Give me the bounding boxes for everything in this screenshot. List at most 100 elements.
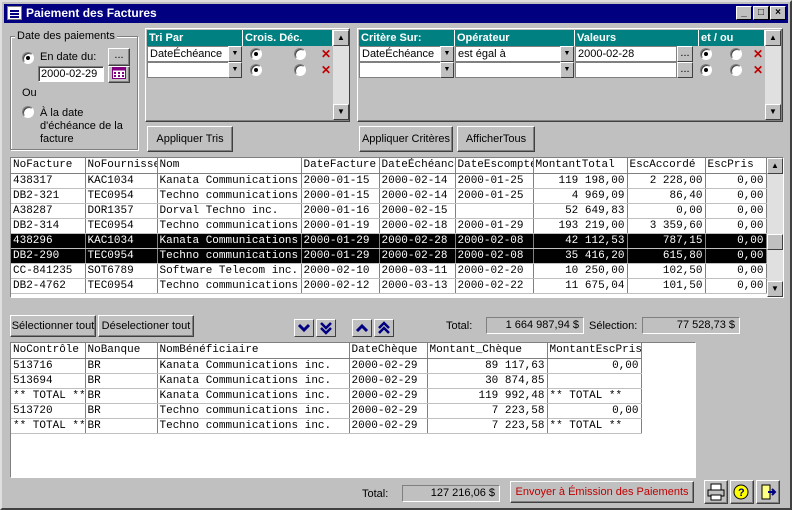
operator-field-1-dropdown[interactable]: ▼ bbox=[560, 46, 574, 62]
apply-criteria-button[interactable]: Appliquer Critères bbox=[359, 126, 453, 152]
payment-cell-esc[interactable]: ** TOTAL ** bbox=[547, 388, 642, 404]
invoice-cell-no[interactable]: DB2-4762 bbox=[11, 278, 86, 294]
invoice-cell-pris[interactable]: 0,00 bbox=[705, 188, 767, 204]
invoice-cell-datee[interactable]: 2000-02-15 bbox=[379, 203, 456, 219]
andor-or-2[interactable] bbox=[730, 64, 742, 76]
sort-scrollbar[interactable]: ▲ ▼ bbox=[333, 30, 349, 120]
sort-asc-2[interactable] bbox=[250, 64, 262, 76]
show-all-button[interactable]: AfficherTous bbox=[457, 126, 535, 152]
invoice-row[interactable]: DB2-314 TEC0954 Techno communications 2000-… bbox=[11, 218, 767, 234]
invoice-cell-datef[interactable]: 2000-01-29 bbox=[301, 248, 380, 264]
invoice-cell-no[interactable]: 438317 bbox=[11, 173, 86, 189]
invoice-cell-no[interactable]: A38287 bbox=[11, 203, 86, 219]
payment-col-header[interactable]: NoBanque bbox=[85, 343, 158, 359]
close-button[interactable]: × bbox=[770, 6, 786, 20]
invoice-cell-datef[interactable]: 2000-02-10 bbox=[301, 263, 380, 279]
invoice-cell-montant[interactable]: 11 675,04 bbox=[533, 278, 628, 294]
invoice-row[interactable]: DB2-321 TEC0954 Techno communications 2000-… bbox=[11, 188, 767, 204]
invoice-cell-nom[interactable]: Kanata Communications inc. bbox=[157, 233, 302, 249]
invoice-cell-nom[interactable]: Techno communications bbox=[157, 218, 302, 234]
invoice-cell-no[interactable]: 438296 bbox=[11, 233, 86, 249]
invoice-cell-pris[interactable]: 0,00 bbox=[705, 263, 767, 279]
invoice-col-header[interactable]: MontantTotal bbox=[533, 158, 628, 174]
sort-field-1[interactable]: DateÉchéance bbox=[147, 46, 229, 62]
criteria-field-2[interactable] bbox=[359, 62, 441, 78]
scroll-down-arrow[interactable]: ▼ bbox=[765, 104, 781, 120]
invoice-cell-esc[interactable]: 102,50 bbox=[627, 263, 706, 279]
andor-and-1[interactable] bbox=[700, 48, 712, 60]
invoice-row[interactable]: A38287 DOR1357 Dorval Techno inc. 2000-01-1… bbox=[11, 203, 767, 219]
payment-cell-esc[interactable] bbox=[547, 373, 642, 389]
value-field-1[interactable]: 2000-02-28 bbox=[575, 46, 677, 62]
help-button[interactable]: ? bbox=[730, 480, 754, 504]
invoice-col-header[interactable]: DateEscompte bbox=[455, 158, 534, 174]
criteria-delete-2-icon[interactable]: ✕ bbox=[751, 63, 765, 77]
sort-asc-1[interactable] bbox=[250, 48, 262, 60]
invoice-row[interactable]: 438296KAC1034Kanata Communications inc. 2… bbox=[11, 233, 767, 249]
payment-row[interactable]: 513716 BR Kanata Communications inc. 2000-0… bbox=[11, 358, 642, 374]
invoice-cell-datef[interactable]: 2000-01-16 bbox=[301, 203, 380, 219]
payment-cell-banque[interactable]: BR bbox=[85, 373, 158, 389]
invoice-cell-datef[interactable]: 2000-01-15 bbox=[301, 173, 380, 189]
invoice-cell-pris[interactable]: 0,00 bbox=[705, 278, 767, 294]
andor-and-2[interactable] bbox=[700, 64, 712, 76]
radio-en-date[interactable] bbox=[22, 52, 34, 64]
invoice-cell-datex[interactable]: 2000-02-20 bbox=[455, 263, 534, 279]
value-1-ellipsis-button[interactable]: ... bbox=[677, 46, 693, 62]
payment-row[interactable]: 513694 BR Kanata Communications inc. 2000-0… bbox=[11, 373, 642, 389]
invoice-col-header[interactable]: NoFacture bbox=[11, 158, 86, 174]
invoice-cell-datex[interactable] bbox=[455, 203, 534, 219]
invoice-cell-nom[interactable]: Techno communications bbox=[157, 188, 302, 204]
date-input[interactable]: 2000-02-29 bbox=[38, 66, 104, 82]
sort-field-1-dropdown[interactable]: ▼ bbox=[228, 46, 242, 62]
invoice-col-header[interactable]: DateFacture bbox=[301, 158, 380, 174]
invoice-cell-montant[interactable]: 119 198,00 bbox=[533, 173, 628, 189]
invoice-cell-no[interactable]: DB2-321 bbox=[11, 188, 86, 204]
invoice-cell-datex[interactable]: 2000-02-08 bbox=[455, 248, 534, 264]
invoice-row[interactable]: 438317KAC1034Kanata Communications inc.2… bbox=[11, 173, 767, 189]
invoice-cell-datex[interactable]: 2000-02-08 bbox=[455, 233, 534, 249]
invoice-cell-datef[interactable]: 2000-02-12 bbox=[301, 278, 380, 294]
invoice-cell-datex[interactable]: 2000-01-25 bbox=[455, 173, 534, 189]
invoice-cell-four[interactable]: SOT6789 bbox=[85, 263, 158, 279]
invoice-cell-pris[interactable]: 0,00 bbox=[705, 233, 767, 249]
invoice-cell-no[interactable]: DB2-314 bbox=[11, 218, 86, 234]
invoice-cell-four[interactable]: KAC1034 bbox=[85, 173, 158, 189]
invoice-cell-pris[interactable]: 0,00 bbox=[705, 203, 767, 219]
invoice-cell-datef[interactable]: 2000-01-19 bbox=[301, 218, 380, 234]
invoice-cell-four[interactable]: DOR1357 bbox=[85, 203, 158, 219]
invoice-cell-datee[interactable]: 2000-02-28 bbox=[379, 248, 456, 264]
invoice-cell-datef[interactable]: 2000-01-15 bbox=[301, 188, 380, 204]
move-all-up-button[interactable] bbox=[374, 319, 394, 337]
payment-cell-date[interactable]: 2000-02-29 bbox=[349, 373, 428, 389]
payment-cell-nom[interactable]: Kanata Communications inc. bbox=[157, 358, 350, 374]
invoice-cell-datex[interactable]: 2000-01-25 bbox=[455, 188, 534, 204]
operator-field-1[interactable]: est égal à bbox=[455, 46, 561, 62]
invoice-cell-esc[interactable]: 787,15 bbox=[627, 233, 706, 249]
payment-cell-date[interactable]: 2000-02-29 bbox=[349, 358, 428, 374]
sort-field-2-dropdown[interactable]: ▼ bbox=[228, 62, 242, 78]
payments-grid[interactable]: NoContrôle NoBanque NomBénéficiaire DateChè… bbox=[10, 342, 696, 478]
minimize-button[interactable]: _ bbox=[736, 6, 752, 20]
invoice-cell-four[interactable]: KAC1034 bbox=[85, 233, 158, 249]
payment-cell-date[interactable]: 2000-02-29 bbox=[349, 388, 428, 404]
invoice-cell-montant[interactable]: 10 250,00 bbox=[533, 263, 628, 279]
invoice-cell-montant[interactable]: 52 649,83 bbox=[533, 203, 628, 219]
payment-row[interactable]: 513720 BR Techno communications inc. 2000-0… bbox=[11, 403, 642, 419]
payment-cell-ctrl[interactable]: ** TOTAL ** bbox=[11, 388, 86, 404]
invoice-cell-no[interactable]: DB2-290 bbox=[11, 248, 86, 264]
criteria-delete-1-icon[interactable]: ✕ bbox=[751, 47, 765, 61]
payment-cell-banque[interactable]: BR bbox=[85, 388, 158, 404]
value-field-2[interactable] bbox=[575, 62, 677, 78]
title-bar[interactable]: Paiement des Factures _ □ × bbox=[4, 4, 788, 23]
sort-delete-2-icon[interactable]: ✕ bbox=[319, 63, 333, 77]
payment-col-header[interactable]: NomBénéficiaire bbox=[157, 343, 350, 359]
scroll-up-arrow[interactable]: ▲ bbox=[765, 30, 781, 46]
invoice-cell-datex[interactable]: 2000-01-29 bbox=[455, 218, 534, 234]
sort-delete-1-icon[interactable]: ✕ bbox=[319, 47, 333, 61]
invoice-cell-pris[interactable]: 0,00 bbox=[705, 218, 767, 234]
sort-desc-2[interactable] bbox=[294, 64, 306, 76]
invoice-row[interactable]: DB2-290 TEC0954 Techno communications 2000-… bbox=[11, 248, 767, 264]
payment-col-header[interactable]: Montant_Chèque bbox=[427, 343, 548, 359]
invoice-cell-datee[interactable]: 2000-02-28 bbox=[379, 233, 456, 249]
